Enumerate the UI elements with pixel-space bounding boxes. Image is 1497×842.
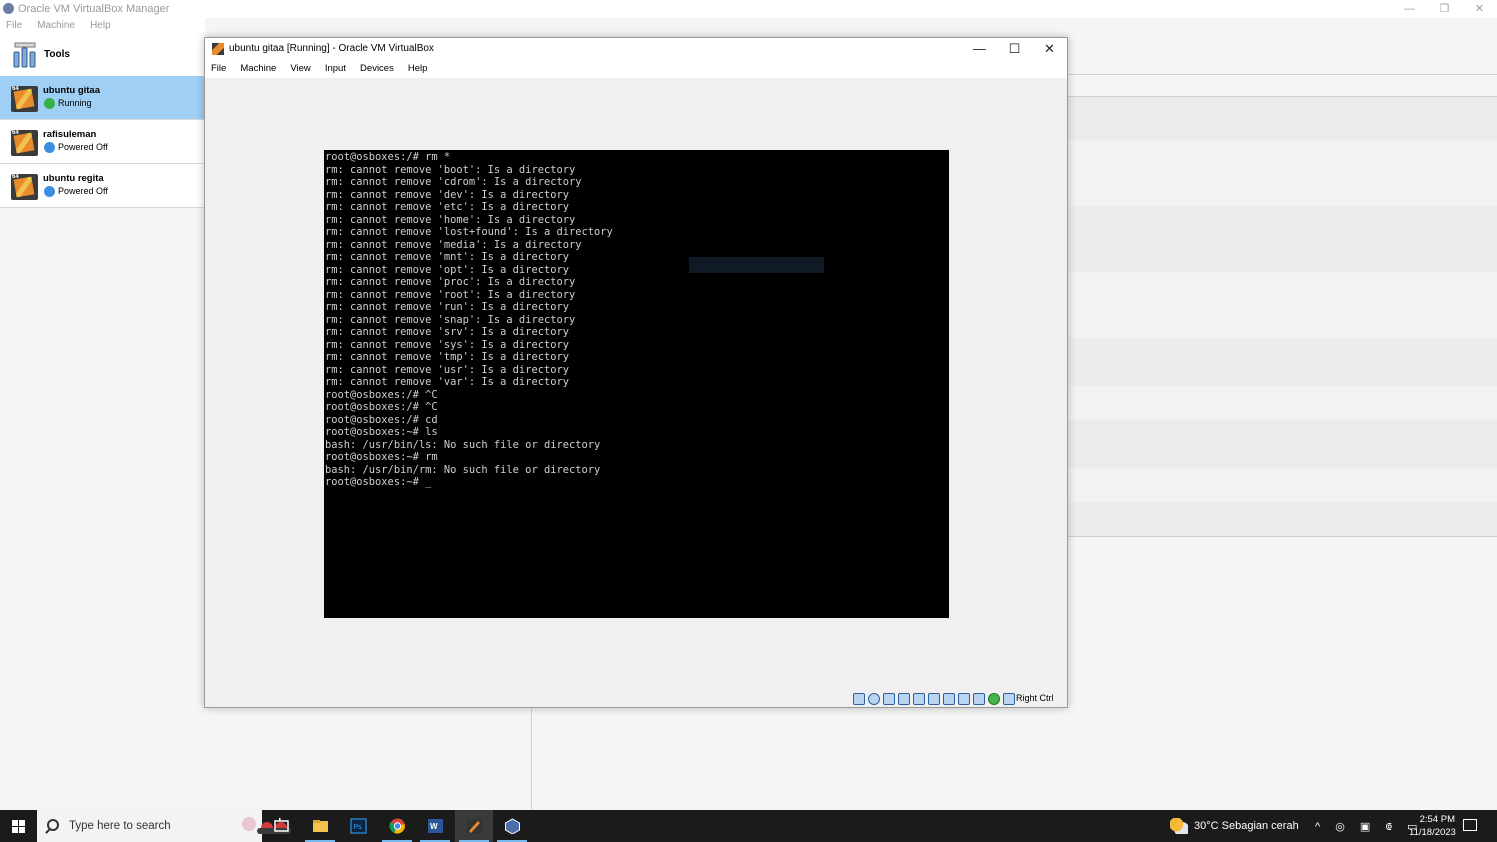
console-overlay	[689, 257, 824, 273]
hard-disk-icon[interactable]	[853, 693, 865, 705]
vm-item-rafisuleman[interactable]: rafisuleman Powered Off	[0, 120, 205, 164]
taskbar-clock[interactable]: 2:54 PM 11/18/2023	[1409, 813, 1456, 839]
vm-titlebar[interactable]: ubuntu gitaa [Running] - Oracle VM Virtu…	[205, 38, 1067, 60]
word-taskbar-button[interactable]: W	[416, 810, 454, 842]
vm-item-ubuntu-gitaa[interactable]: ubuntu gitaa Running	[0, 76, 205, 120]
notification-icon[interactable]	[1463, 819, 1477, 831]
taskbar-search-box[interactable]: Type here to search	[37, 810, 291, 842]
search-placeholder: Type here to search	[69, 820, 171, 832]
chrome-taskbar-button[interactable]	[378, 810, 416, 842]
virtualbox-vm-taskbar-button[interactable]	[455, 810, 493, 842]
clock-date: 11/18/2023	[1409, 827, 1456, 838]
vm-close-button[interactable]: ✕	[1032, 38, 1067, 60]
manager-menubar: File Machine Help	[0, 18, 205, 34]
photoshop-icon: Ps	[350, 818, 367, 834]
virtualbox-manager-taskbar-button[interactable]	[493, 810, 531, 842]
powered-off-state-icon	[44, 186, 55, 197]
virtualbox-vm-icon	[467, 819, 482, 833]
ubuntu-vm-icon	[11, 86, 38, 112]
virtualbox-vm-icon	[212, 43, 224, 55]
vm-menu-devices[interactable]: Devices	[360, 60, 394, 78]
vm-state: Running	[58, 98, 92, 108]
guest-console-screen[interactable]: root@osboxes:/# rm * rm: cannot remove '…	[324, 150, 949, 618]
windows-taskbar: Type here to search Ps W 30°C Sebagian ce…	[0, 810, 1497, 842]
mouse-integration-icon[interactable]	[988, 693, 1000, 705]
manager-minimize-button[interactable]: —	[1392, 0, 1427, 18]
vm-item-ubuntu-regita[interactable]: ubuntu regita Powered Off	[0, 164, 205, 208]
svg-text:W: W	[430, 822, 438, 831]
host-key-label: Right Ctrl	[1016, 693, 1054, 703]
vm-window-controls: — ☐ ✕	[962, 38, 1067, 60]
shared-folder-icon[interactable]	[928, 693, 940, 705]
weather-icon[interactable]	[1170, 818, 1188, 834]
vm-state: Powered Off	[58, 186, 108, 196]
manager-menu-help[interactable]: Help	[90, 18, 111, 34]
virtualbox-manager-icon	[505, 818, 520, 834]
vm-list-sidebar: Tools ubuntu gitaa Running rafisuleman P…	[0, 34, 205, 810]
manager-window-controls: — ❐ ✕	[1392, 0, 1497, 18]
manager-details-pane	[1068, 74, 1497, 540]
optical-drive-icon[interactable]	[868, 693, 880, 705]
status-icon-group	[853, 693, 1015, 705]
vm-name: ubuntu gitaa	[43, 85, 100, 96]
vm-window-title: ubuntu gitaa [Running] - Oracle VM Virtu…	[229, 43, 434, 54]
display-icon[interactable]	[943, 693, 955, 705]
manager-menu-machine[interactable]: Machine	[37, 18, 75, 34]
manager-menu-file[interactable]: File	[6, 18, 22, 34]
powered-off-state-icon	[44, 142, 55, 153]
tools-icon	[13, 42, 36, 68]
manager-close-button[interactable]: ✕	[1462, 0, 1497, 18]
task-view-icon	[274, 818, 289, 832]
chrome-icon	[389, 818, 405, 834]
svg-text:Ps: Ps	[354, 824, 363, 831]
vm-display-area: root@osboxes:/# rm * rm: cannot remove '…	[205, 78, 1067, 690]
windows-logo-icon	[12, 820, 25, 833]
tools-item[interactable]: Tools	[0, 34, 205, 76]
running-state-icon	[44, 98, 55, 109]
keyboard-icon[interactable]	[1003, 693, 1015, 705]
manager-divider	[531, 707, 532, 810]
vm-statusbar: Right Ctrl	[205, 690, 1067, 707]
vm-minimize-button[interactable]: —	[962, 38, 997, 60]
vm-menu-view[interactable]: View	[290, 60, 310, 78]
vm-menu-input[interactable]: Input	[325, 60, 346, 78]
vm-window: ubuntu gitaa [Running] - Oracle VM Virtu…	[204, 37, 1068, 708]
audio-icon[interactable]	[883, 693, 895, 705]
vm-menu-help[interactable]: Help	[408, 60, 428, 78]
system-tray-icons[interactable]: ^ ◎ ▣ ⟃ ▭	[1315, 820, 1423, 834]
word-icon: W	[428, 819, 443, 833]
task-view-taskbar-button[interactable]	[262, 810, 300, 842]
terminal-output: root@osboxes:/# rm * rm: cannot remove '…	[325, 151, 613, 488]
ubuntu-vm-icon	[11, 130, 38, 156]
manager-titlebar: Oracle VM VirtualBox Manager — ❐ ✕	[0, 0, 1497, 18]
usb-icon[interactable]	[913, 693, 925, 705]
tools-label: Tools	[44, 49, 70, 60]
vm-maximize-button[interactable]: ☐	[997, 38, 1032, 60]
network-icon[interactable]	[898, 693, 910, 705]
vm-menubar: File Machine View Input Devices Help	[205, 60, 1067, 78]
file-explorer-icon	[313, 820, 328, 832]
vm-name: rafisuleman	[43, 129, 97, 140]
manager-title: Oracle VM VirtualBox Manager	[18, 3, 170, 15]
ubuntu-vm-icon	[11, 174, 38, 200]
cpu-icon[interactable]	[973, 693, 985, 705]
virtualbox-icon	[3, 3, 14, 14]
vm-menu-machine[interactable]: Machine	[240, 60, 276, 78]
photoshop-taskbar-button[interactable]: Ps	[339, 810, 377, 842]
vm-name: ubuntu regita	[43, 173, 104, 184]
file-explorer-taskbar-button[interactable]	[301, 810, 339, 842]
vm-menu-file[interactable]: File	[211, 60, 226, 78]
video-capture-icon[interactable]	[958, 693, 970, 705]
weather-text[interactable]: 30°C Sebagian cerah	[1194, 820, 1299, 832]
manager-restore-button[interactable]: ❐	[1427, 0, 1462, 18]
vm-state: Powered Off	[58, 142, 108, 152]
search-icon	[47, 819, 59, 831]
clock-time: 2:54 PM	[1419, 814, 1455, 825]
start-button[interactable]	[0, 810, 37, 842]
